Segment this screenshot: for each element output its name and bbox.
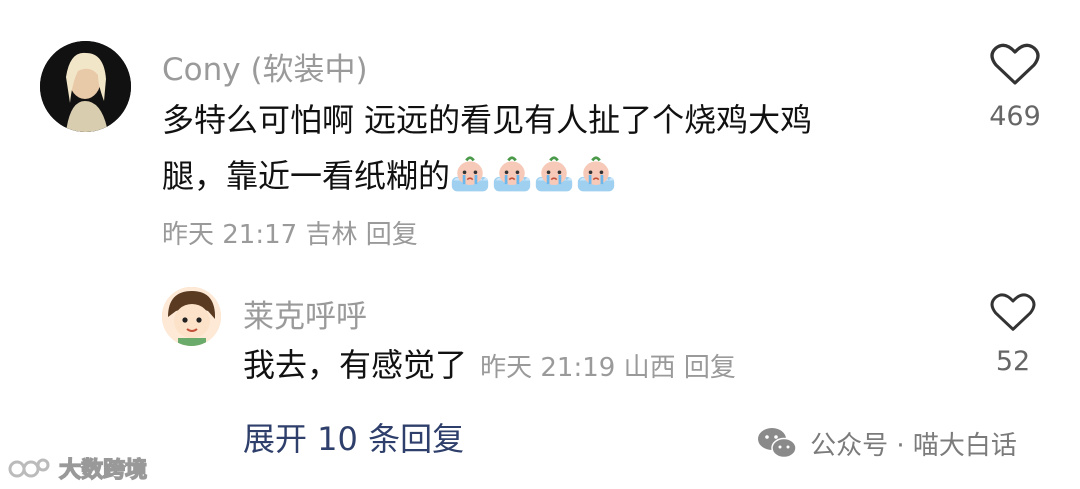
expand-replies-link[interactable]: 展开 10 条回复 bbox=[243, 414, 464, 460]
heart-outline-icon bbox=[990, 43, 1040, 85]
watermark-text: 大数跨境 bbox=[58, 457, 148, 483]
comment-meta: 昨天 21:17 吉林 回复 bbox=[162, 220, 418, 250]
wechat-icon bbox=[758, 428, 797, 459]
like-count: 52 bbox=[995, 346, 1031, 377]
like-button[interactable] bbox=[990, 291, 1036, 333]
avatar[interactable] bbox=[162, 287, 221, 346]
crying-face-emoji bbox=[577, 156, 615, 192]
comment-body: 我去，有感觉了 昨天 21:19 山西 回复 bbox=[243, 337, 736, 393]
watermark-text: 公众号 · 喵大白话 bbox=[810, 431, 1017, 461]
like-button[interactable] bbox=[990, 41, 1040, 87]
watermark-left: 大数跨境 bbox=[8, 452, 148, 484]
brand-logo-icon bbox=[8, 458, 50, 478]
crying-face-emoji bbox=[451, 156, 489, 192]
comment-text-tail: 腿，靠近一看纸糊的 bbox=[162, 157, 451, 195]
avatar[interactable] bbox=[40, 41, 131, 132]
comment-text: 我去，有感觉了 bbox=[243, 346, 468, 384]
comment-meta: 昨天 21:19 山西 回复 bbox=[480, 353, 736, 383]
crying-face-emoji bbox=[535, 156, 573, 192]
comment-text-line: 多特么可怕啊 远远的看见有人扯了个烧鸡大鸡 bbox=[162, 101, 813, 139]
like-count: 469 bbox=[989, 101, 1041, 132]
watermark-right: 公众号 · 喵大白话 bbox=[757, 425, 1017, 462]
emoji-row bbox=[450, 156, 618, 195]
comment-author[interactable]: Cony (软装中) bbox=[162, 44, 368, 89]
heart-outline-icon bbox=[990, 293, 1036, 331]
comment-text-line: 腿，靠近一看纸糊的 bbox=[162, 148, 922, 204]
comment-author[interactable]: 莱克呼呼 bbox=[243, 291, 367, 336]
comment-text: 多特么可怕啊 远远的看见有人扯了个烧鸡大鸡 腿，靠近一看纸糊的 bbox=[162, 92, 922, 204]
crying-face-emoji bbox=[493, 156, 531, 192]
